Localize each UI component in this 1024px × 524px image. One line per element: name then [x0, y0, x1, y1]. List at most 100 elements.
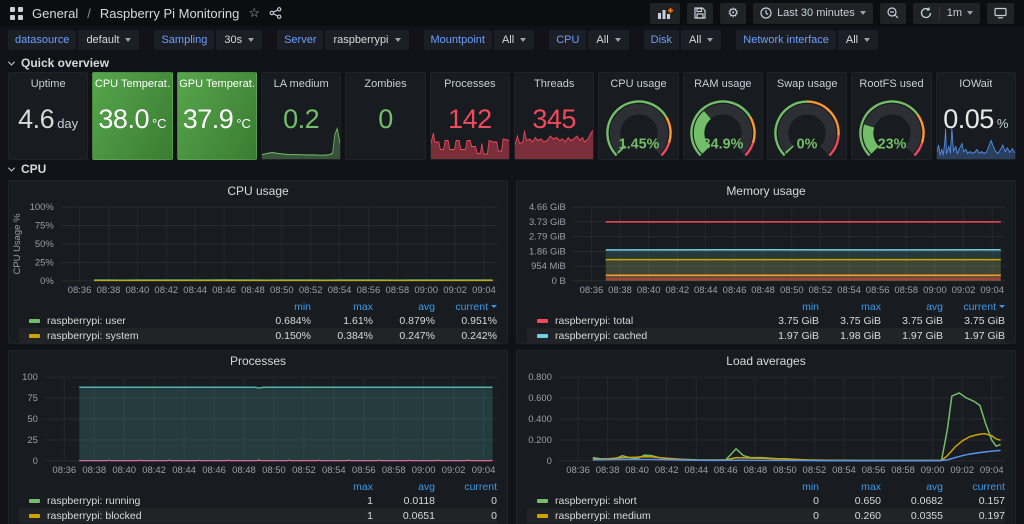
- legend-value-max: 3.75 GiB: [819, 315, 881, 327]
- zoom-out-button[interactable]: [880, 3, 906, 24]
- variable-label: Disk: [644, 30, 679, 50]
- stat-title[interactable]: Processes: [444, 73, 495, 90]
- stat-panel-iowait: IOWait0.05%: [936, 72, 1016, 160]
- legend-header-current[interactable]: current: [435, 301, 497, 313]
- legend-series-label[interactable]: raspberrypi: medium: [555, 510, 757, 522]
- stat-title[interactable]: LA medium: [274, 73, 329, 90]
- legend-series-label[interactable]: raspberrypi: user: [47, 315, 249, 327]
- stat-title[interactable]: RAM usage: [694, 73, 751, 90]
- svg-text:08:38: 08:38: [82, 465, 106, 476]
- time-series-plot[interactable]: 08:3608:3808:4008:4208:4408:4608:4808:50…: [517, 371, 1015, 477]
- legend-header-avg[interactable]: avg: [373, 301, 435, 313]
- variable-network-interface: Network interfaceAll: [736, 30, 878, 50]
- settings-gear-button[interactable]: ⚙: [720, 3, 746, 24]
- refresh-button-group[interactable]: 1m: [913, 3, 980, 24]
- panel-title[interactable]: Processes: [9, 351, 507, 371]
- chevron-down-icon: [860, 11, 866, 15]
- stat-title[interactable]: RootFS used: [859, 73, 923, 90]
- stat-value-wrap: 0.05%: [943, 90, 1008, 159]
- legend-value-min: 0: [757, 510, 819, 522]
- svg-text:75%: 75%: [35, 221, 55, 232]
- row-header-quick-overview[interactable]: Quick overview: [0, 54, 1024, 72]
- variable-value-dropdown[interactable]: raspberrypi: [325, 30, 408, 50]
- legend-header-min[interactable]: min: [757, 301, 819, 313]
- legend-series-label[interactable]: raspberrypi: blocked: [47, 510, 311, 522]
- variable-value-dropdown[interactable]: All: [494, 30, 534, 50]
- add-panel-button[interactable]: [650, 3, 680, 24]
- legend-header-current[interactable]: current: [943, 301, 1005, 313]
- legend-header-avg[interactable]: avg: [881, 481, 943, 493]
- gauge-value: 1.45%: [618, 136, 659, 152]
- kiosk-mode-button[interactable]: [987, 3, 1014, 24]
- legend-header-current[interactable]: current: [435, 481, 497, 493]
- time-range-picker[interactable]: Last 30 minutes: [753, 3, 873, 24]
- panel-title[interactable]: Load averages: [517, 351, 1015, 371]
- legend-header-avg[interactable]: avg: [881, 301, 943, 313]
- svg-text:09:04: 09:04: [472, 285, 496, 296]
- stat-title[interactable]: GPU Temperat…: [179, 73, 254, 90]
- legend-header-max[interactable]: max: [311, 301, 373, 313]
- legend-row: raspberrypi: total3.75 GiB3.75 GiB3.75 G…: [527, 313, 1005, 328]
- legend-header-max[interactable]: max: [819, 481, 881, 493]
- legend-series-label[interactable]: raspberrypi: cached: [555, 330, 757, 342]
- variable-value-dropdown[interactable]: All: [588, 30, 628, 50]
- variable-datasource: datasourcedefault: [8, 30, 139, 50]
- svg-text:08:42: 08:42: [154, 285, 178, 296]
- variable-value-dropdown[interactable]: All: [838, 30, 878, 50]
- svg-text:08:44: 08:44: [694, 285, 718, 296]
- svg-text:08:48: 08:48: [751, 285, 775, 296]
- variable-value-dropdown[interactable]: All: [681, 30, 721, 50]
- legend-header-label: max: [353, 481, 373, 493]
- row-header-cpu[interactable]: CPU: [0, 160, 1024, 178]
- time-series-plot[interactable]: 08:3608:3808:4008:4208:4408:4608:4808:50…: [9, 201, 507, 297]
- svg-text:08:54: 08:54: [322, 465, 346, 476]
- variable-value-dropdown[interactable]: 30s: [216, 30, 262, 50]
- stat-panel-cpu-usage: CPU usage 1.45%: [598, 72, 678, 160]
- star-icon[interactable]: ☆: [248, 5, 260, 21]
- legend-header-min[interactable]: min: [757, 481, 819, 493]
- legend-row: raspberrypi: system0.150%0.384%0.247%0.2…: [19, 328, 497, 343]
- legend-series-label[interactable]: raspberrypi: short: [555, 495, 757, 507]
- chevron-down-icon: [967, 11, 973, 15]
- stat-title[interactable]: Threads: [534, 73, 574, 90]
- stat-title[interactable]: CPU usage: [610, 73, 666, 90]
- legend-series-label[interactable]: raspberrypi: total: [555, 315, 757, 327]
- series-color-swatch: [29, 334, 40, 338]
- legend-value-min: 0.684%: [249, 315, 311, 327]
- share-icon[interactable]: [269, 7, 282, 19]
- legend-series-label[interactable]: raspberrypi: system: [47, 330, 249, 342]
- stat-title[interactable]: Zombies: [364, 73, 406, 90]
- gauge-value: 23%: [877, 136, 906, 152]
- gauge: 23%: [851, 91, 931, 158]
- variable-value-dropdown[interactable]: default: [78, 30, 139, 50]
- panel-title[interactable]: Memory usage: [517, 181, 1015, 201]
- breadcrumb-folder[interactable]: General: [32, 6, 78, 21]
- panel-title[interactable]: CPU usage: [9, 181, 507, 201]
- legend-header-max[interactable]: max: [819, 301, 881, 313]
- stat-title[interactable]: IOWait: [959, 73, 992, 90]
- dashboard-toolbar: ⚙ Last 30 minutes 1m: [650, 3, 1014, 24]
- stat-title[interactable]: Swap usage: [777, 73, 838, 90]
- stat-title[interactable]: Uptime: [31, 73, 66, 90]
- sort-caret-icon: [999, 305, 1005, 308]
- svg-text:08:58: 08:58: [894, 285, 918, 296]
- stat-panel-threads: Threads345: [514, 72, 594, 160]
- time-series-plot[interactable]: 08:3608:3808:4008:4208:4408:4608:4808:50…: [9, 371, 507, 477]
- chevron-down-icon: [8, 164, 15, 171]
- svg-text:0.600: 0.600: [528, 393, 552, 404]
- stat-panel-gpu-temperature: GPU Temperat…37.9°C: [177, 72, 257, 160]
- legend-header-max[interactable]: max: [311, 481, 373, 493]
- svg-text:09:04: 09:04: [980, 465, 1004, 476]
- svg-text:08:58: 08:58: [386, 285, 410, 296]
- time-series-plot[interactable]: 08:3608:3808:4008:4208:4408:4608:4808:50…: [517, 201, 1015, 297]
- save-dashboard-button[interactable]: [687, 3, 713, 24]
- legend-header-current[interactable]: current: [943, 481, 1005, 493]
- legend-header-avg[interactable]: avg: [373, 481, 435, 493]
- legend-header-label: max: [861, 481, 881, 493]
- legend-series-label[interactable]: raspberrypi: running: [47, 495, 311, 507]
- apps-grid-icon[interactable]: [10, 7, 23, 20]
- stat-title[interactable]: CPU Temperat…: [95, 73, 170, 90]
- dashboard-title[interactable]: Raspberry Pi Monitoring: [100, 6, 239, 21]
- legend-header-min[interactable]: min: [249, 301, 311, 313]
- svg-text:75: 75: [27, 393, 38, 404]
